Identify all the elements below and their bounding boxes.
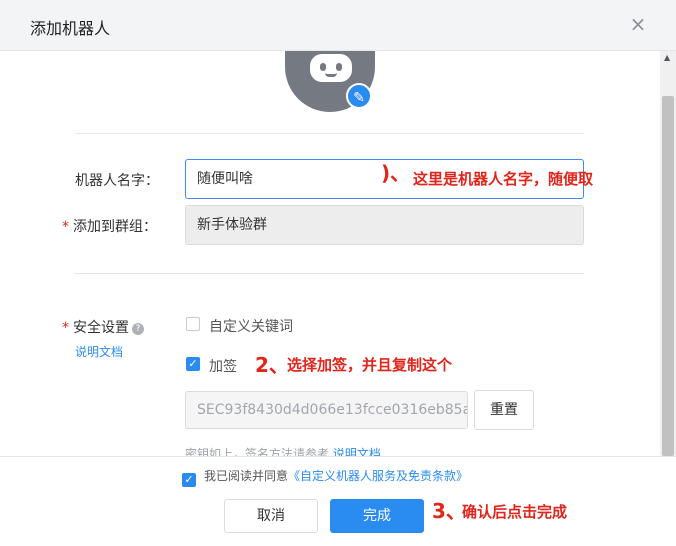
dialog-content: ✎ 机器人名字： 随便叫啥 * 添加到群组： 新手体验群 * 安全设置? 说明文档 … xyxy=(0,51,660,456)
agree-checkbox[interactable]: ✓ xyxy=(182,473,196,487)
security-label: * 安全设置? xyxy=(62,317,144,337)
scroll-up-icon[interactable]: ▲ xyxy=(664,53,670,62)
sign-checkbox[interactable]: ✓ xyxy=(186,357,200,371)
divider xyxy=(75,273,584,274)
divider xyxy=(75,133,584,134)
keyword-checkbox[interactable] xyxy=(186,317,200,331)
annotation-mark-3: 3、 xyxy=(432,499,466,523)
doc-link[interactable]: 说明文档 xyxy=(75,343,123,360)
cancel-button[interactable]: 取消 xyxy=(224,499,318,533)
hint-prefix: 密钥如上，签名方法请参考 xyxy=(185,447,330,456)
robot-mouth xyxy=(325,73,337,77)
group-label-text: 添加到群组： xyxy=(73,219,157,235)
question-icon[interactable]: ? xyxy=(132,323,144,335)
robot-eye-right xyxy=(336,63,342,71)
keyword-option-label[interactable]: 自定义关键词 xyxy=(209,316,293,336)
group-field: 新手体验群 xyxy=(185,205,584,245)
annotation-note-3: 确认后点击完成 xyxy=(462,503,568,521)
reset-button[interactable]: 重置 xyxy=(474,390,534,430)
check-icon: ✓ xyxy=(188,357,198,370)
terms-link[interactable]: 《自定义机器人服务及免责条款》 xyxy=(288,469,468,483)
vertical-scrollbar[interactable]: ▲ xyxy=(660,51,676,456)
check-icon: ✓ xyxy=(184,473,194,486)
dialog-header: 添加机器人 × xyxy=(0,0,676,51)
group-label: * 添加到群组： xyxy=(62,216,157,236)
annotation-note-1: 这里是机器人名字，随便取 xyxy=(413,170,594,188)
dialog-footer: ✓ 我已阅读并同意《自定义机器人服务及免责条款》 取消 完成 3、 确认后点击完成 xyxy=(0,456,676,546)
security-label-text: 安全设置 xyxy=(73,320,129,336)
hint-text: 密钥如上，签名方法请参考 说明文档 xyxy=(185,445,381,456)
required-mark: * xyxy=(62,219,69,235)
robot-eye-left xyxy=(320,63,326,71)
pencil-icon[interactable]: ✎ xyxy=(346,83,372,109)
robot-face xyxy=(310,54,352,82)
annotation-mark-2: 2、 xyxy=(255,353,289,377)
annotation-mark-1: )、 xyxy=(381,161,411,185)
close-icon[interactable]: × xyxy=(628,14,648,34)
agree-text: 我已阅读并同意 xyxy=(204,469,289,483)
annotation-note-2: 选择加签，并且复制这个 xyxy=(287,356,453,374)
robot-name-label: 机器人名字： xyxy=(75,173,159,189)
agreement-row: ✓ 我已阅读并同意《自定义机器人服务及免责条款》 xyxy=(182,467,468,487)
secret-field[interactable]: SEC93f8430d4d066e13fcce0316eb85a1 xyxy=(185,391,468,429)
hint-doc-link[interactable]: 说明文档 xyxy=(333,447,381,456)
dialog-title: 添加机器人 xyxy=(30,19,111,38)
add-robot-dialog: 添加机器人 × ✎ 机器人名字： 随便叫啥 * 添加到群组： 新手体验群 * 安全设… xyxy=(0,0,676,546)
required-mark: * xyxy=(62,320,69,336)
confirm-button[interactable]: 完成 xyxy=(330,499,424,533)
scroll-thumb[interactable] xyxy=(662,96,674,456)
sign-option-label[interactable]: 加签 xyxy=(209,356,237,376)
